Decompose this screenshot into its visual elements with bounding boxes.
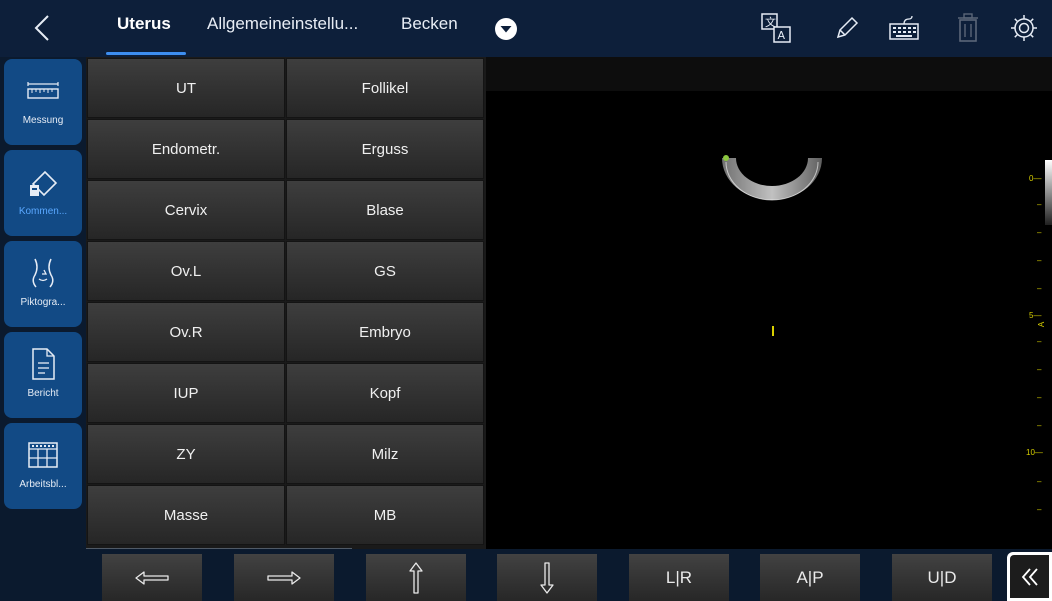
double-chevron-left-icon <box>1021 567 1038 586</box>
worksheet-icon <box>28 442 58 468</box>
annotation-button-milz[interactable]: Milz <box>286 424 484 484</box>
active-tab-indicator <box>106 52 186 55</box>
depth-scale-label: 10— <box>1026 448 1043 457</box>
annotation-button-kopf[interactable]: Kopf <box>286 363 484 423</box>
annotation-button-ov-r[interactable]: Ov.R <box>87 302 285 362</box>
pictogram-icon <box>32 258 54 288</box>
sidebar-item-label: Kommen... <box>18 206 68 217</box>
sidebar-item-label: Bericht <box>27 388 59 399</box>
sidebar-item-worksheet[interactable]: Arbeitsbl... <box>4 423 82 509</box>
image-info-strip <box>486 57 1052 91</box>
flip-left-right-button[interactable]: L|R <box>629 554 729 601</box>
sidebar-item-label: Arbeitsbl... <box>19 479 67 490</box>
tab-pelvis[interactable]: Becken <box>401 14 458 34</box>
annotation-button-cervix[interactable]: Cervix <box>87 180 285 240</box>
annotation-button-zy[interactable]: ZY <box>87 424 285 484</box>
settings-button[interactable] <box>1006 10 1042 46</box>
settings-icon <box>1011 15 1037 41</box>
delete-button[interactable] <box>950 10 986 46</box>
move-left-button[interactable] <box>102 554 202 601</box>
depth-scale-label: 0— <box>1029 174 1042 183</box>
ultrasound-scan-sector <box>712 150 832 210</box>
annotation-button-blase[interactable]: Blase <box>286 180 484 240</box>
arrow-down-icon <box>540 561 554 594</box>
annotation-button-iup[interactable]: IUP <box>87 363 285 423</box>
move-right-button[interactable] <box>234 554 334 601</box>
tab-general-settings[interactable]: Allgemeineinstellu... <box>207 14 358 34</box>
sidebar-item-pictogram[interactable]: Piktogra... <box>4 241 82 327</box>
pencil-button[interactable] <box>829 10 865 46</box>
sidebar-item-label: Messung <box>22 115 64 126</box>
sidebar-item-measurement[interactable]: Messung <box>4 59 82 145</box>
translate-icon: 文 A <box>761 13 791 43</box>
annotation-button-embryo[interactable]: Embryo <box>286 302 484 362</box>
flip-up-down-button[interactable]: U|D <box>892 554 992 601</box>
move-up-button[interactable] <box>366 554 466 601</box>
translate-button[interactable]: 文 A <box>758 10 794 46</box>
annotation-button-mb[interactable]: MB <box>286 485 484 545</box>
annotation-button-follikel[interactable]: Follikel <box>286 58 484 118</box>
comment-icon <box>30 170 58 197</box>
depth-scale-tick: – <box>1037 200 1042 209</box>
sidebar-item-label: Piktogra... <box>20 297 66 308</box>
depth-scale-label: 5— <box>1029 311 1042 320</box>
depth-scale-tick: – <box>1037 477 1042 486</box>
svg-text:A: A <box>778 29 786 42</box>
depth-scale-tick: – <box>1037 228 1042 237</box>
depth-scale-tick: – <box>1037 365 1042 374</box>
sidebar-item-comment[interactable]: Kommen... <box>4 150 82 236</box>
depth-scale-tick: – <box>1037 421 1042 430</box>
report-icon <box>32 348 55 380</box>
annotation-button-ut[interactable]: UT <box>87 58 285 118</box>
depth-scale-marker: A <box>1037 321 1047 328</box>
annotation-button-ov-l[interactable]: Ov.L <box>87 241 285 301</box>
depth-scale-tick: – <box>1037 337 1042 346</box>
annotation-button-gs[interactable]: GS <box>286 241 484 301</box>
arrow-left-icon <box>135 570 169 585</box>
gray-scale-bar <box>1045 160 1052 225</box>
ultrasound-image[interactable] <box>486 57 1052 549</box>
flip-anterior-posterior-button[interactable]: A|P <box>760 554 860 601</box>
arrow-right-icon <box>267 570 301 585</box>
tab-dropdown-button[interactable] <box>494 17 518 41</box>
tab-uterus[interactable]: Uterus <box>117 14 171 34</box>
chevron-down-circle-icon <box>495 18 517 40</box>
move-down-button[interactable] <box>497 554 597 601</box>
ruler-icon <box>27 82 59 99</box>
depth-scale-tick: – <box>1037 284 1042 293</box>
chevron-left-icon <box>34 15 49 41</box>
pencil-icon <box>836 16 859 39</box>
depth-scale-tick: – <box>1037 505 1042 514</box>
collapse-panel-inner <box>1010 555 1049 598</box>
arrow-up-icon <box>409 561 423 594</box>
depth-scale-tick: – <box>1037 256 1042 265</box>
focus-marker <box>772 326 774 336</box>
trash-icon <box>958 13 978 42</box>
keyboard-button[interactable] <box>886 10 922 46</box>
annotation-button-endometr[interactable]: Endometr. <box>87 119 285 179</box>
sidebar-item-report[interactable]: Bericht <box>4 332 82 418</box>
back-button[interactable] <box>26 10 60 46</box>
depth-scale-tick: – <box>1037 393 1042 402</box>
keyboard-icon <box>889 15 919 40</box>
annotation-button-masse[interactable]: Masse <box>87 485 285 545</box>
collapse-panel-button[interactable] <box>1007 552 1052 601</box>
annotation-button-erguss[interactable]: Erguss <box>286 119 484 179</box>
